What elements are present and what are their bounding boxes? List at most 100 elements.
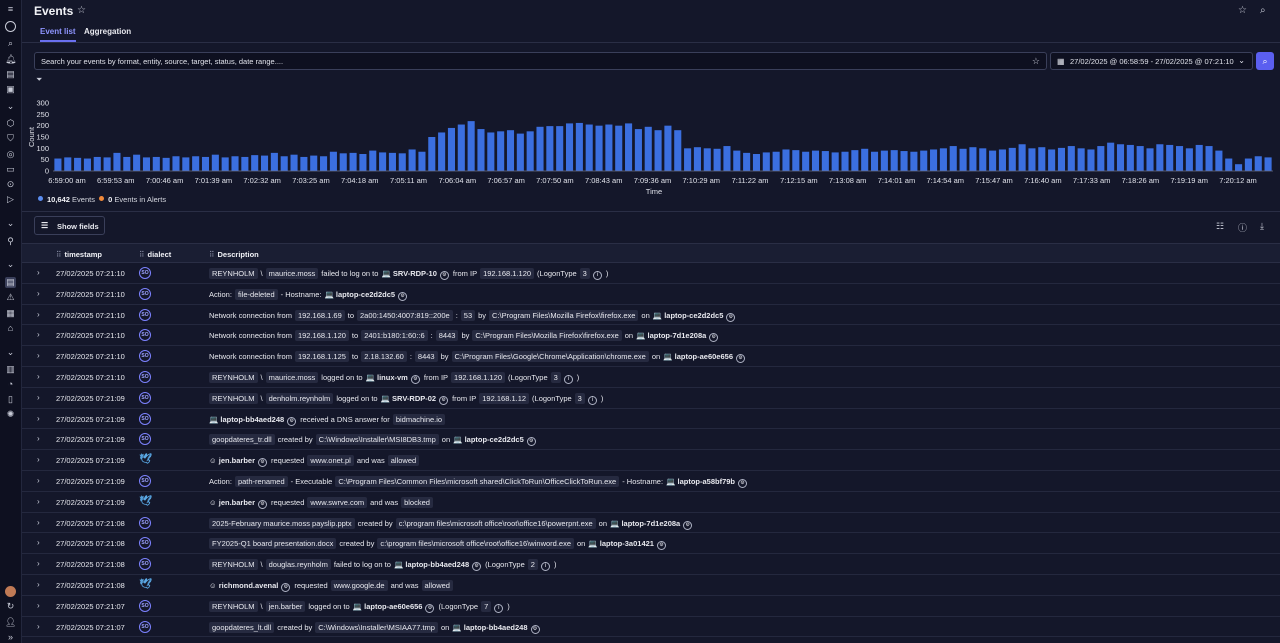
expand-row-icon[interactable]: ›: [37, 372, 40, 381]
columns-icon[interactable]: ☷: [1216, 221, 1224, 232]
puzzle-icon[interactable]: ⬡: [5, 118, 16, 129]
host-link[interactable]: 💻 SRV-RDP-02: [381, 394, 436, 403]
expand-row-icon[interactable]: ›: [37, 268, 40, 277]
user-icon[interactable]: 👤︎: [5, 617, 16, 628]
host-link[interactable]: 💻 laptop-bb4aed248: [209, 415, 284, 424]
expand-row-icon[interactable]: ›: [37, 455, 40, 464]
chevron-down-icon[interactable]: ⌄: [5, 101, 16, 112]
expand-row-icon[interactable]: ›: [37, 497, 40, 506]
book-icon[interactable]: ▤: [5, 69, 16, 80]
info-icon[interactable]: i: [563, 375, 573, 384]
pin-icon[interactable]: ⚲: [5, 236, 16, 247]
host-link[interactable]: 💻 linux-vm: [366, 373, 408, 382]
table-row[interactable]: › 27/02/2025 07:21:09 SO 💻 laptop-bb4aed248…: [22, 409, 1280, 430]
table-row[interactable]: › 27/02/2025 07:21:10 SO Network connection…: [22, 346, 1280, 367]
tab-event-list[interactable]: Event list: [40, 27, 76, 42]
brain-icon[interactable]: ✺: [5, 409, 16, 420]
table-row[interactable]: › 27/02/2025 07:21:10 SO Action: file-delete…: [22, 284, 1280, 305]
expand-row-icon[interactable]: ›: [37, 393, 40, 402]
table-row[interactable]: › 27/02/2025 07:21:07 SO REYNHOLM \ jen.barbe…: [22, 596, 1280, 617]
inbox-icon[interactable]: ▣: [5, 84, 16, 95]
host-info-icon[interactable]: ⚙: [287, 416, 297, 426]
avatar[interactable]: [5, 586, 16, 597]
refresh-icon[interactable]: ↻: [5, 601, 16, 612]
expand-row-icon[interactable]: ›: [37, 538, 40, 547]
host-link[interactable]: 💻 laptop-7d1e208a: [610, 519, 680, 528]
table-row[interactable]: › 27/02/2025 07:21:09 SO REYNHOLM \ denholm.r…: [22, 388, 1280, 409]
search-button[interactable]: ⌕: [1256, 52, 1274, 70]
table-row[interactable]: › 27/02/2025 07:21:07 SO goopdateres_lt.dll…: [22, 617, 1280, 638]
table-row[interactable]: › 27/02/2025 07:21:10 SO Network connection…: [22, 325, 1280, 347]
expand-row-icon[interactable]: ›: [37, 289, 40, 298]
drag-handle-icon[interactable]: ⠿: [56, 250, 62, 259]
expand-row-icon[interactable]: ›: [37, 559, 40, 568]
drag-handle-icon[interactable]: ⠿: [139, 250, 145, 259]
download-icon[interactable]: ⤓: [1260, 221, 1264, 232]
expand-row-icon[interactable]: ›: [37, 434, 40, 443]
host-link[interactable]: 💻 laptop-bb4aed248: [452, 623, 527, 632]
filter-icon[interactable]: ⏷: [36, 75, 42, 85]
column-header-description[interactable]: ⠿ Description: [209, 250, 259, 259]
host-info-icon[interactable]: ⚙: [656, 541, 666, 551]
info-icon[interactable]: i: [540, 562, 550, 572]
host-link[interactable]: 💻 laptop-a58bf79b: [666, 477, 735, 486]
table-row[interactable]: › 27/02/2025 07:21:10 SO Network connection…: [22, 305, 1280, 326]
logo-icon[interactable]: [5, 21, 16, 32]
search-input[interactable]: [41, 56, 1021, 67]
star-icon[interactable]: ☆: [77, 5, 86, 16]
shield-icon[interactable]: ⛉: [5, 133, 16, 144]
table-row[interactable]: › 27/02/2025 07:21:09 SO goopdateres_tr.dll…: [22, 429, 1280, 451]
table-row[interactable]: › 27/02/2025 07:21:08 SO REYNHOLM \ douglas.r…: [22, 554, 1280, 575]
host-link[interactable]: 💻 laptop-7d1e208a: [636, 331, 706, 340]
table-row[interactable]: › 27/02/2025 07:21:09 SO Action: path-rename…: [22, 471, 1280, 492]
info-icon[interactable]: i: [592, 271, 602, 280]
expand-row-icon[interactable]: ›: [37, 414, 40, 423]
chevron-right-icon[interactable]: »: [5, 632, 16, 643]
table-row[interactable]: › 27/02/2025 07:21:08 SO FY2025-Q1 board pr…: [22, 533, 1280, 555]
folder-icon[interactable]: ▭: [5, 164, 16, 175]
table-row[interactable]: › 27/02/2025 07:21:08 SO 2025-February maur…: [22, 513, 1280, 534]
menu-icon[interactable]: ≡: [5, 4, 16, 15]
tab-aggregation[interactable]: Aggregation: [84, 27, 131, 40]
host-link[interactable]: 💻 laptop-ae60e656: [353, 602, 423, 611]
host-info-icon[interactable]: ⚙: [726, 312, 736, 322]
host-info-icon[interactable]: ⚙: [472, 562, 482, 572]
host-link[interactable]: 💻 laptop-ce2d2dc5: [453, 435, 524, 444]
host-info-icon[interactable]: ⚙: [439, 395, 449, 405]
host-info-icon[interactable]: ⚙: [410, 375, 420, 384]
expand-row-icon[interactable]: ›: [37, 518, 40, 527]
table-row[interactable]: › 27/02/2025 07:21:08 🕊︎ ☺ richmond.avenal ⚙…: [22, 575, 1280, 596]
host-link[interactable]: 💻 SRV-RDP-10: [381, 269, 436, 278]
star-icon[interactable]: ☆: [1238, 5, 1247, 16]
library-icon[interactable]: ▥: [5, 364, 16, 375]
host-info-icon[interactable]: ⚙: [709, 333, 719, 343]
host-link[interactable]: ☺ jen.barber: [209, 456, 255, 465]
alert-icon[interactable]: ⚠: [5, 292, 16, 303]
expand-row-icon[interactable]: ›: [37, 330, 40, 339]
host-info-icon[interactable]: ⚙: [736, 354, 745, 364]
table-row[interactable]: › 27/02/2025 07:21:09 🕊︎ ☺ jen.barber ⚙ reque…: [22, 492, 1280, 513]
events-icon[interactable]: ▤: [5, 277, 16, 288]
bell-icon[interactable]: 🔔︎: [5, 54, 16, 65]
info-icon[interactable]: i: [587, 395, 597, 405]
bulb-icon[interactable]: ◎: [5, 149, 16, 160]
table-row[interactable]: › 27/02/2025 07:21:10 SO REYNHOLM \ maurice.m…: [22, 367, 1280, 388]
info-icon[interactable]: ⓘ: [1238, 221, 1247, 234]
host-info-icon[interactable]: ⚙: [425, 603, 435, 613]
search-icon[interactable]: ⌕: [5, 38, 16, 49]
expand-row-icon[interactable]: ›: [37, 580, 40, 589]
host-link[interactable]: 💻 laptop-bb4aed248: [394, 560, 469, 569]
host-info-icon[interactable]: ⚙: [258, 458, 268, 468]
show-fields-button[interactable]: ☰ Show fields: [34, 216, 105, 235]
host-info-icon[interactable]: ⚙: [398, 291, 408, 301]
chevron-down-icon[interactable]: ⌄: [5, 347, 16, 358]
drag-handle-icon[interactable]: ⠿: [209, 250, 215, 259]
host-info-icon[interactable]: ⚙: [683, 520, 693, 530]
zoom-out-icon[interactable]: ⌕: [1260, 5, 1266, 16]
date-range-picker[interactable]: ▦ 27/02/2025 @ 06:58:59 - 27/02/2025 @ 0…: [1050, 52, 1253, 70]
host-link[interactable]: ☺ richmond.avenal: [209, 581, 278, 590]
info-icon[interactable]: i: [494, 603, 504, 613]
chevron-down-icon[interactable]: ⌄: [5, 259, 16, 270]
doc-icon[interactable]: ▯: [5, 394, 16, 405]
host-info-icon[interactable]: ⚙: [439, 271, 449, 280]
